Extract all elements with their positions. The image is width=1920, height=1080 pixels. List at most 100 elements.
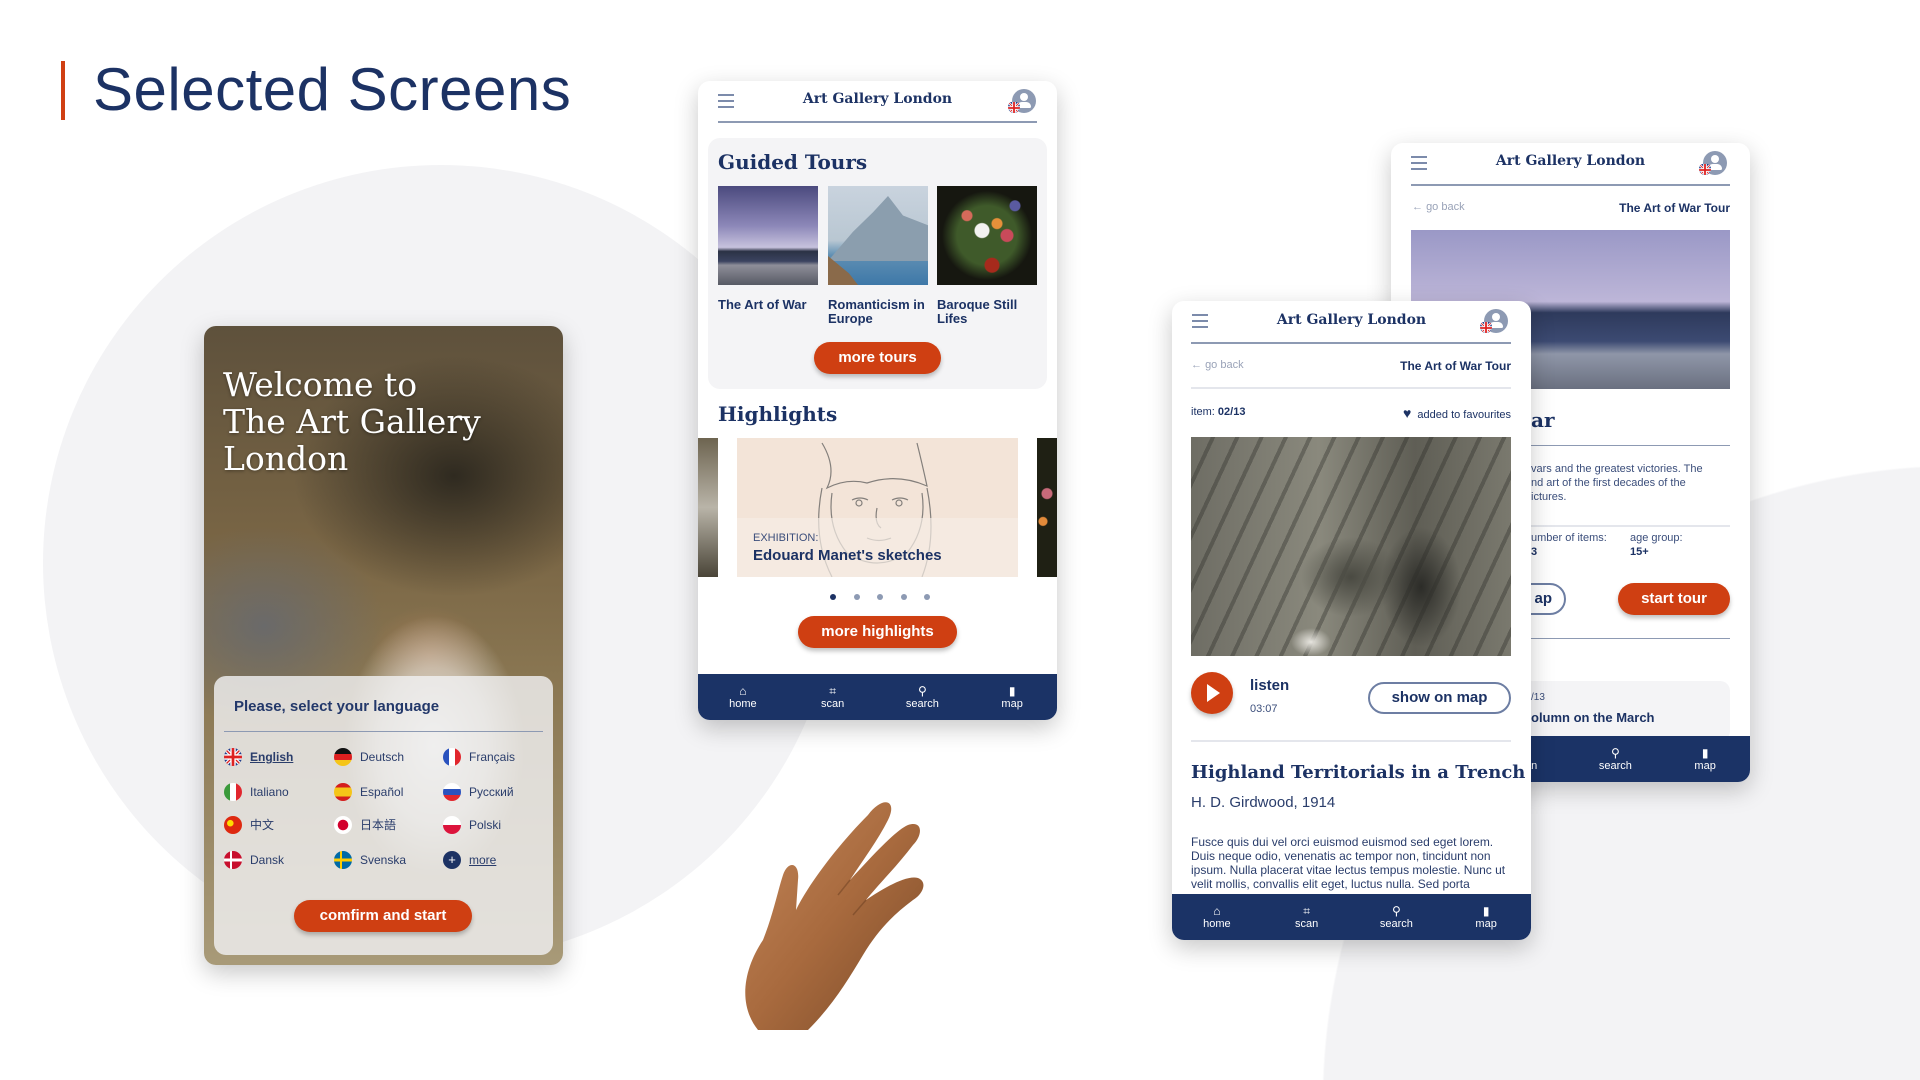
nav-label: search	[1379, 918, 1413, 930]
profile-avatar-icon[interactable]	[1480, 309, 1508, 333]
jp-flag-icon	[334, 816, 352, 834]
profile-avatar-icon[interactable]	[1008, 89, 1036, 113]
carousel-dot[interactable]	[853, 594, 860, 600]
language-option-de[interactable]: Deutsch	[360, 748, 404, 766]
arrow-left-icon: ←	[1191, 359, 1206, 371]
welcome-screen: Welcome to The Art Gallery London Please…	[204, 326, 563, 965]
nav-home[interactable]: ⌂home	[698, 674, 788, 720]
language-prompt: Please, select your language	[234, 698, 440, 715]
nav-label: home	[729, 698, 757, 710]
app-title: Art Gallery London	[802, 91, 953, 107]
dk-flag-icon	[224, 851, 242, 869]
carousel-prev-peek[interactable]	[698, 438, 718, 577]
start-tour-button[interactable]: start tour	[1618, 583, 1730, 615]
nav-label: search	[1598, 760, 1632, 772]
tour-title: ar	[1531, 408, 1555, 432]
tour-label[interactable]: The Art of War	[718, 298, 818, 312]
tour-image-art-of-war[interactable]	[718, 186, 818, 285]
nav-map[interactable]: ▮ map	[1660, 736, 1750, 782]
language-option-more[interactable]: more	[469, 851, 496, 869]
artwork-description: Fusce quis dui vel orci euismod euismod …	[1191, 835, 1506, 891]
scan-icon: ⌗	[829, 684, 836, 698]
welcome-heading: Welcome to The Art Gallery London	[223, 365, 481, 478]
language-option-cn[interactable]: 中文	[250, 816, 274, 834]
uk-flag-icon	[1699, 163, 1711, 175]
go-back-link[interactable]: ← go back	[1412, 201, 1465, 213]
uk-flag-icon	[224, 748, 242, 766]
more-tours-button[interactable]: more tours	[814, 342, 941, 374]
confirm-and-start-button[interactable]: comfirm and start	[294, 900, 472, 932]
carousel-dot[interactable]	[830, 594, 836, 600]
hand-illustration	[745, 802, 924, 1030]
nav-label: scan	[1295, 918, 1319, 930]
tour-name: The Art of War Tour	[1619, 201, 1730, 215]
artwork-photo[interactable]	[1191, 437, 1511, 656]
section-title: Guided Tours	[718, 150, 868, 174]
nav-label: scan	[821, 698, 845, 710]
it-flag-icon	[224, 783, 242, 801]
nav-label: map	[1475, 918, 1497, 930]
carousel-dot[interactable]	[924, 594, 930, 600]
carousel-next-peek[interactable]	[1037, 438, 1057, 577]
home-icon: ⌂	[1213, 904, 1221, 918]
search-icon: ⚲	[1391, 904, 1401, 918]
scan-icon: ⌗	[1303, 904, 1310, 918]
language-option-se[interactable]: Svenska	[360, 851, 406, 869]
home-icon: ⌂	[739, 684, 747, 698]
nav-search[interactable]: ⚲ search	[1352, 894, 1442, 940]
map-icon: ▮	[1008, 684, 1016, 698]
header-divider	[718, 121, 1037, 123]
go-back-link[interactable]: ← go back	[1191, 359, 1244, 371]
favourite-status[interactable]: ♥ added to favourites	[1403, 405, 1511, 421]
tour-image-baroque[interactable]	[937, 186, 1037, 285]
carousel-dot[interactable]	[900, 594, 907, 600]
home-screen: Art Gallery London Guided Tours The Art …	[698, 81, 1057, 720]
de-flag-icon	[334, 748, 352, 766]
item-counter: item: 02/13	[1191, 406, 1246, 418]
pl-flag-icon	[443, 816, 461, 834]
nav-search[interactable]: ⚲ search	[1571, 736, 1661, 782]
language-option-it[interactable]: Italiano	[250, 783, 289, 801]
language-option-pl[interactable]: Polski	[469, 816, 501, 834]
language-option-dk[interactable]: Dansk	[250, 851, 284, 869]
nav-label: map	[1001, 698, 1023, 710]
artwork-author: H. D. Girdwood, 1914	[1191, 794, 1336, 811]
fr-flag-icon	[443, 748, 461, 766]
show-on-map-button[interactable]: show on map	[1368, 682, 1511, 714]
highlight-kicker: EXHIBITION:	[753, 532, 819, 544]
nav-home[interactable]: ⌂home	[1172, 894, 1262, 940]
language-option-uk[interactable]: English	[250, 748, 293, 766]
search-icon: ⚲	[917, 684, 927, 698]
se-flag-icon	[334, 851, 352, 869]
header-divider	[1411, 184, 1730, 186]
tour-label[interactable]: Romanticism in Europe	[828, 298, 928, 326]
nav-search[interactable]: ⚲ search	[878, 674, 968, 720]
play-icon	[1207, 684, 1220, 702]
plus-icon: +	[443, 851, 461, 869]
app-title: Art Gallery London	[1495, 153, 1646, 169]
age-group: age group: 15+	[1630, 532, 1683, 558]
language-option-jp[interactable]: 日本語	[360, 816, 396, 834]
highlight-card[interactable]: EXHIBITION: Edouard Manet's sketches	[737, 438, 1018, 577]
tour-image-romanticism[interactable]	[828, 186, 928, 285]
nav-map[interactable]: ▮ map	[1441, 894, 1531, 940]
nav-scan[interactable]: ⌗scan	[788, 674, 878, 720]
uk-flag-icon	[1008, 101, 1020, 113]
nav-map[interactable]: ▮ map	[967, 674, 1057, 720]
more-highlights-button[interactable]: more highlights	[798, 616, 957, 648]
carousel-dot[interactable]	[877, 594, 883, 600]
divider	[1191, 387, 1511, 389]
artwork-title: Highland Territorials in a Trench	[1191, 762, 1526, 783]
nav-label: map	[1694, 760, 1716, 772]
language-option-es[interactable]: Español	[360, 783, 403, 801]
nav-scan[interactable]: ⌗scan	[1262, 894, 1352, 940]
profile-avatar-icon[interactable]	[1699, 151, 1727, 175]
language-option-ru[interactable]: Русский	[469, 783, 514, 801]
play-button[interactable]	[1191, 672, 1233, 714]
tour-label[interactable]: Baroque Still Lifes	[937, 298, 1037, 326]
language-option-fr[interactable]: Français	[469, 748, 515, 766]
bottom-nav: ⌂home⌗scan⚲search▮map	[698, 674, 1057, 720]
items-count: umber of items: 3	[1531, 532, 1607, 558]
cn-flag-icon	[224, 816, 242, 834]
heart-icon: ♥	[1402, 405, 1412, 421]
